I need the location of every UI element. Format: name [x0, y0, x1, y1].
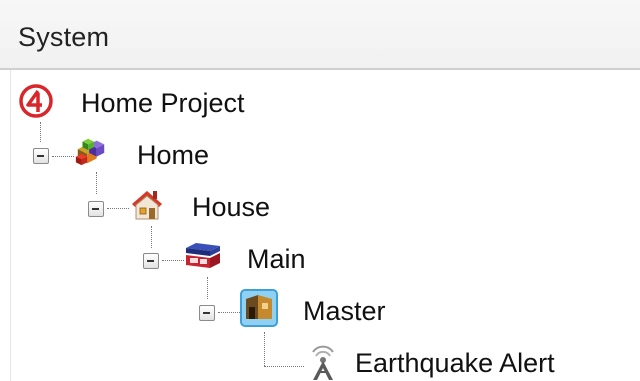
tree-connector	[264, 366, 304, 367]
tree-item-earthquake-alert[interactable]: Earthquake Alert	[305, 338, 635, 381]
home-cubes-icon	[75, 138, 105, 166]
system-tree: Home Project Home House Main Master Eart…	[0, 0, 640, 381]
tree-item-label: Master	[303, 296, 386, 326]
tree-item-main[interactable]: Main	[184, 234, 484, 284]
tree-item-label: Main	[247, 244, 306, 274]
tree-connector	[264, 332, 265, 366]
alert-tower-icon	[312, 345, 334, 380]
tree-connector	[162, 260, 184, 261]
tree-item-label: Home Project	[81, 88, 245, 118]
house-icon	[132, 191, 162, 220]
tree-item-label: Earthquake Alert	[355, 348, 555, 378]
room-icon	[240, 289, 278, 327]
collapse-toggle-main[interactable]	[143, 253, 159, 269]
collapse-toggle-home[interactable]	[33, 148, 49, 164]
system-panel: System Home Project Home House Main Mast…	[0, 0, 640, 381]
tree-item-label: House	[192, 192, 271, 222]
tree-item-home[interactable]: Home	[74, 130, 374, 180]
collapse-toggle-house[interactable]	[88, 201, 104, 217]
tree-item-home-project[interactable]: Home Project	[18, 78, 318, 128]
tree-item-master[interactable]: Master	[240, 286, 540, 336]
collapse-toggle-master[interactable]	[199, 305, 215, 321]
tree-item-house[interactable]: House	[129, 182, 429, 232]
c4-logo-icon	[19, 84, 53, 118]
tree-connector	[107, 208, 129, 209]
tree-connector	[52, 156, 74, 157]
tree-item-label: Home	[137, 140, 210, 170]
tree-connector	[218, 312, 240, 313]
floor-icon	[186, 243, 220, 268]
